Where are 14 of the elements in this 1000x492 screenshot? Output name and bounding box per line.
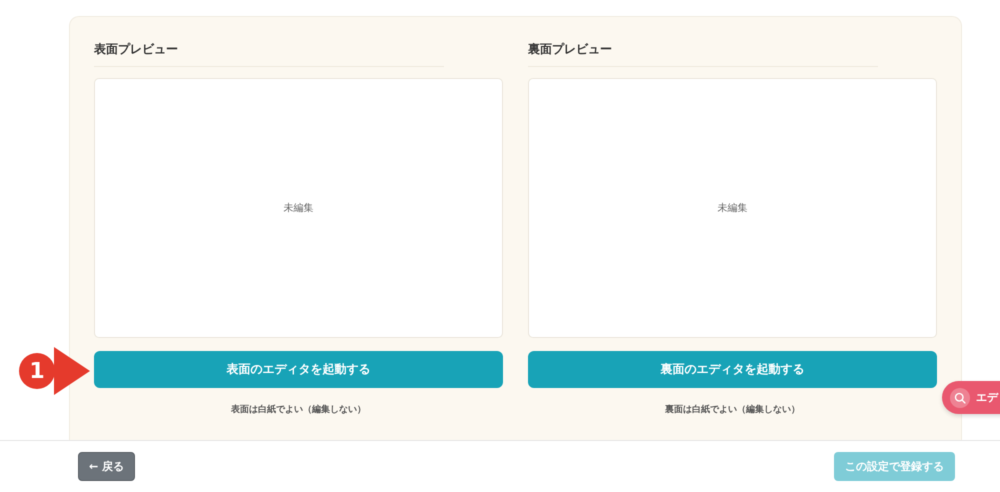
launch-editor-button[interactable]: 裏面のエディタを起動する	[528, 351, 937, 388]
hint-text: 裏面は白紙でよい（編集しない）	[664, 404, 801, 416]
preview-status-text: 未編集	[284, 202, 314, 215]
floating-search-button[interactable]: エデ	[942, 381, 1000, 414]
pointer-arrow-icon	[54, 347, 90, 395]
search-icon	[950, 388, 970, 408]
preview-status-text: 未編集	[718, 202, 748, 215]
floating-button-label: エデ	[976, 390, 998, 405]
launch-editor-button[interactable]: 表面のエディタを起動する	[94, 351, 503, 388]
section-heading: 裏面プレビュー	[528, 41, 878, 67]
back-button[interactable]: ← 戻る	[78, 452, 136, 481]
step-number-badge: 1	[19, 353, 55, 389]
section-heading: 表面プレビュー	[94, 41, 444, 67]
hint-text: 表面は白紙でよい（編集しない）	[230, 403, 367, 416]
